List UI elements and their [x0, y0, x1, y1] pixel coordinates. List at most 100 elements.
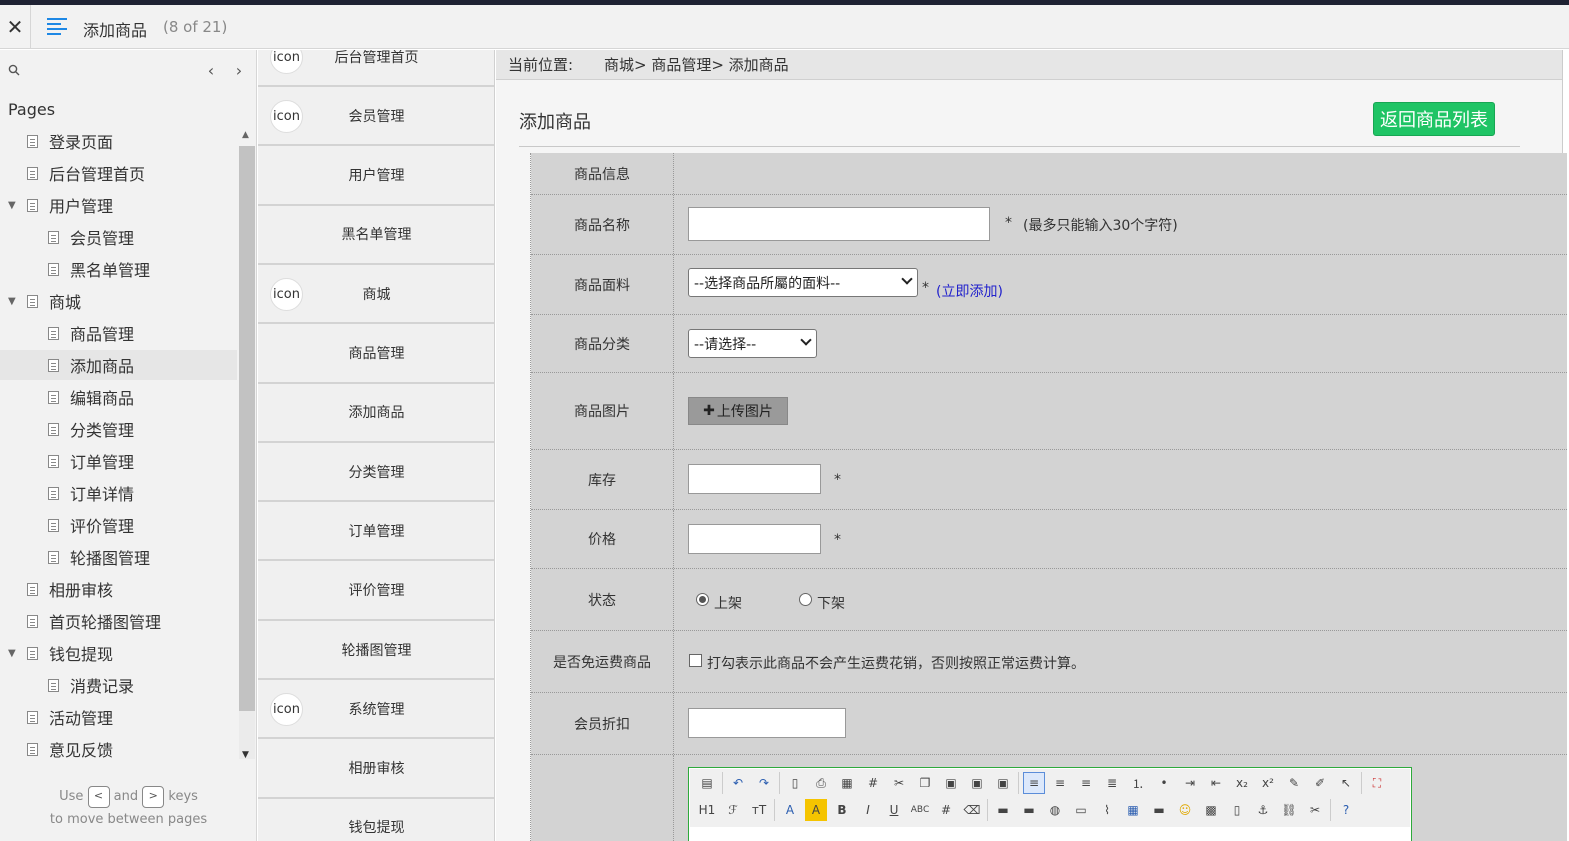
table-icon[interactable]: ▦: [1122, 799, 1144, 821]
add-fabric-link[interactable]: (立即添加): [936, 281, 1003, 301]
search-icon[interactable]: [8, 64, 20, 76]
eraser-icon[interactable]: ⌫: [961, 799, 983, 821]
align-center-icon[interactable]: ≡: [1049, 772, 1071, 794]
pointer-icon[interactable]: ↖: [1335, 772, 1357, 794]
font-family-icon[interactable]: ℱ: [722, 799, 744, 821]
expand-arrow-icon[interactable]: ▼: [8, 296, 16, 307]
tree-item[interactable]: 订单管理: [0, 446, 237, 476]
product-name-input[interactable]: [688, 207, 990, 241]
app-nav-item[interactable]: 订单管理: [258, 502, 494, 562]
undo-icon[interactable]: ↶: [727, 772, 749, 794]
code-icon[interactable]: #: [862, 772, 884, 794]
clear-format-icon[interactable]: ✎: [1283, 772, 1305, 794]
select-all-icon[interactable]: ✐: [1309, 772, 1331, 794]
image-insert-icon[interactable]: ▬: [992, 799, 1014, 821]
app-nav-item[interactable]: 商品管理: [258, 324, 494, 384]
preview-icon[interactable]: ▯: [784, 772, 806, 794]
print-icon[interactable]: ⎙: [810, 772, 832, 794]
app-nav-item[interactable]: 评价管理: [258, 561, 494, 621]
line-height-icon[interactable]: #: [935, 799, 957, 821]
superscript-icon[interactable]: x²: [1257, 772, 1279, 794]
tree-item[interactable]: 编辑商品: [0, 382, 237, 412]
status-on-radio[interactable]: [696, 593, 709, 606]
tree-item[interactable]: 意见反馈: [0, 734, 237, 764]
tree-item[interactable]: 相册审核: [0, 574, 237, 604]
map-icon[interactable]: ▩: [1200, 799, 1222, 821]
app-nav-item[interactable]: 黑名单管理: [258, 205, 494, 265]
outdent-icon[interactable]: ⇤: [1205, 772, 1227, 794]
heading-icon[interactable]: H1: [696, 799, 718, 821]
emoticon-icon[interactable]: ☺: [1174, 799, 1196, 821]
tree-item[interactable]: 首页轮播图管理: [0, 606, 237, 636]
align-right-icon[interactable]: ≡: [1075, 772, 1097, 794]
app-nav-item[interactable]: 相册审核: [258, 739, 494, 799]
highlight-icon[interactable]: A: [805, 799, 827, 821]
media-icon[interactable]: ▭: [1070, 799, 1092, 821]
app-nav-item[interactable]: icon 系统管理: [258, 680, 494, 740]
tree-item[interactable]: 商品管理: [0, 318, 237, 348]
redo-icon[interactable]: ↷: [753, 772, 775, 794]
menu-icon[interactable]: [47, 18, 67, 36]
tree-item[interactable]: 分类管理: [0, 414, 237, 444]
template-icon[interactable]: ▦: [836, 772, 858, 794]
multi-image-icon[interactable]: ▬: [1018, 799, 1040, 821]
tree-item[interactable]: ▼ 用户管理: [0, 190, 237, 220]
unordered-list-icon[interactable]: •: [1153, 772, 1175, 794]
next-page-button[interactable]: ›: [231, 60, 247, 80]
unlink-icon[interactable]: ✂: [1304, 799, 1326, 821]
upload-image-button[interactable]: ✚ 上传图片: [688, 397, 788, 425]
tree-item[interactable]: ▼ 钱包提现: [0, 638, 237, 668]
discount-input[interactable]: [688, 708, 846, 738]
help-icon[interactable]: ?: [1335, 799, 1357, 821]
tree-item[interactable]: 消费记录: [0, 670, 237, 700]
app-nav-item[interactable]: 添加商品: [258, 383, 494, 443]
strikethrough-icon[interactable]: ABC: [909, 799, 931, 821]
scroll-down-icon[interactable]: ▼: [242, 750, 249, 760]
font-size-icon[interactable]: тT: [748, 799, 770, 821]
link-icon[interactable]: ⛓: [1278, 799, 1300, 821]
tree-item[interactable]: 后台管理首页: [0, 158, 237, 188]
app-nav-item[interactable]: 轮播图管理: [258, 621, 494, 680]
paste-word-icon[interactable]: ▣: [992, 772, 1014, 794]
ordered-list-icon[interactable]: ⒈: [1127, 772, 1149, 794]
horizontal-rule-icon[interactable]: ▬: [1148, 799, 1170, 821]
rich-text-editor[interactable]: ▤ ↶ ↷ ▯ ⎙ ▦ # ✂ ❐ ▣ ▣ ▣ ≡ ≡ ≡ ≣ ⒈ • ⇥ ⇤ …: [688, 767, 1412, 841]
close-button[interactable]: ✕: [0, 5, 31, 49]
cut-icon[interactable]: ✂: [888, 772, 910, 794]
tree-item[interactable]: 登录页面: [0, 126, 237, 156]
fullscreen-icon[interactable]: ⛶: [1366, 772, 1388, 794]
freeship-checkbox[interactable]: [689, 654, 702, 667]
tree-item[interactable]: 活动管理: [0, 702, 237, 732]
subscript-icon[interactable]: x₂: [1231, 772, 1253, 794]
tree-item[interactable]: 会员管理: [0, 222, 237, 252]
tree-item[interactable]: 评价管理: [0, 510, 237, 540]
status-off-radio[interactable]: [799, 593, 812, 606]
tree-item[interactable]: 订单详情: [0, 478, 237, 508]
app-nav-item[interactable]: 分类管理: [258, 443, 494, 503]
price-input[interactable]: [688, 524, 821, 554]
app-nav-item[interactable]: icon 后台管理首页: [258, 50, 494, 87]
flash-icon[interactable]: ◍: [1044, 799, 1066, 821]
paste-icon[interactable]: ▣: [940, 772, 962, 794]
category-select[interactable]: --请选择--: [688, 329, 817, 358]
tree-item[interactable]: 黑名单管理: [0, 254, 237, 284]
expand-arrow-icon[interactable]: ▼: [8, 648, 16, 659]
expand-arrow-icon[interactable]: ▼: [8, 200, 16, 211]
tree-item[interactable]: 添加商品: [0, 350, 237, 380]
source-icon[interactable]: ▤: [696, 772, 718, 794]
align-justify-icon[interactable]: ≣: [1101, 772, 1123, 794]
page-break-icon[interactable]: ▯: [1226, 799, 1248, 821]
underline-icon[interactable]: U: [883, 799, 905, 821]
app-nav-item[interactable]: icon 会员管理: [258, 87, 494, 147]
indent-icon[interactable]: ⇥: [1179, 772, 1201, 794]
bold-icon[interactable]: B: [831, 799, 853, 821]
prev-page-button[interactable]: ‹: [203, 60, 219, 80]
scroll-up-icon[interactable]: ▲: [242, 130, 249, 140]
fabric-select[interactable]: --选择商品所屬的面料--: [688, 268, 918, 297]
stock-input[interactable]: [688, 464, 821, 494]
italic-icon[interactable]: I: [857, 799, 879, 821]
app-nav-item[interactable]: icon 商城: [258, 265, 494, 325]
app-nav-item[interactable]: 钱包提现: [258, 798, 494, 841]
anchor-icon[interactable]: ⚓: [1252, 799, 1274, 821]
back-to-list-button[interactable]: 返回商品列表: [1373, 102, 1495, 136]
